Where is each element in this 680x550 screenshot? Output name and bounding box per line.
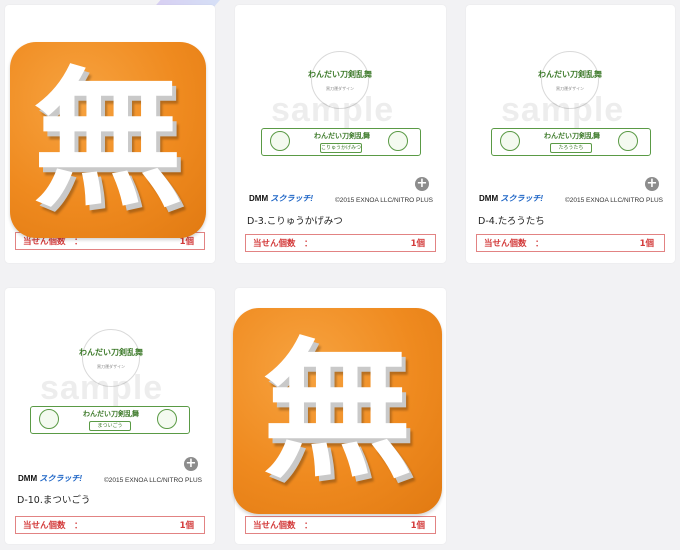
- character-face-icon: [388, 131, 408, 151]
- zoom-plus-icon[interactable]: +: [415, 177, 429, 191]
- mu-app-icon: 無: [233, 308, 442, 514]
- circle-title: わんだい刀剣乱舞: [308, 69, 372, 79]
- win-count-value: 1個: [179, 521, 194, 531]
- win-count-box: 当せん個数 ： 1個: [245, 516, 436, 534]
- sample-watermark: sample: [271, 91, 395, 129]
- circle-title: わんだい刀剣乱舞: [79, 347, 143, 357]
- mu-glyph-icon: 無: [262, 323, 413, 499]
- band-name-tag: たろうたち: [550, 143, 592, 153]
- win-count-value: 1個: [410, 239, 425, 249]
- win-count-label: 当せん個数 ：: [253, 521, 313, 531]
- sample-watermark: sample: [501, 91, 625, 129]
- win-count-label: 当せん個数 ：: [253, 239, 313, 249]
- win-count-label: 当せん個数 ：: [23, 521, 83, 531]
- band-name-tag: こりゅうかげみつ: [320, 143, 362, 153]
- character-face-icon: [270, 131, 290, 151]
- character-face-icon: [618, 131, 638, 151]
- prize-card[interactable]: わんだい刀剣乱舞 黒刀運ダザイン sample わんだい刀剣乱舞 まついごう D…: [5, 288, 215, 544]
- band-title: わんだい刀剣乱舞: [314, 132, 370, 140]
- character-face-icon: [500, 131, 520, 151]
- dmm-scratch-logo: DMM スクラッチ!: [479, 194, 544, 203]
- copyright-text: ©2015 EXNOA LLC/NITRO PLUS: [104, 477, 202, 484]
- win-count-value: 1個: [639, 239, 654, 249]
- prize-card[interactable]: わんだい刀剣乱舞 黒刀運ダザイン sample わんだい刀剣乱舞 たろうたち D…: [466, 5, 675, 263]
- copyright-text: ©2015 EXNOA LLC/NITRO PLUS: [565, 197, 663, 204]
- win-count-label: 当せん個数 ：: [484, 239, 544, 249]
- band-name-tag: まついごう: [89, 421, 131, 431]
- circle-title: わんだい刀剣乱舞: [538, 69, 602, 79]
- win-count-box: 当せん個数 ： 1個: [476, 234, 665, 252]
- product-band: わんだい刀剣乱舞 まついごう: [30, 406, 190, 434]
- copyright-text: ©2015 EXNOA LLC/NITRO PLUS: [335, 197, 433, 204]
- dmm-scratch-logo: DMM スクラッチ!: [249, 194, 314, 203]
- prize-name: D-4.たろうたち: [478, 216, 545, 227]
- prize-card[interactable]: わんだい刀剣乱舞 黒刀運ダザイン sample わんだい刀剣乱舞 こりゅうかげみ…: [235, 5, 446, 263]
- prize-name: D-3.こりゅうかげみつ: [247, 216, 343, 227]
- win-count-box: 当せん個数 ： 1個: [15, 516, 205, 534]
- character-face-icon: [157, 409, 177, 429]
- win-count-box: 当せん個数 ： 1個: [245, 234, 436, 252]
- dmm-scratch-logo: DMM スクラッチ!: [18, 474, 83, 483]
- mu-app-icon: 無: [10, 42, 206, 238]
- prize-image[interactable]: わんだい刀剣乱舞 黒刀運ダザイン sample わんだい刀剣乱舞 たろうたち D…: [473, 13, 669, 209]
- mu-glyph-icon: 無: [32, 52, 183, 228]
- zoom-plus-icon[interactable]: +: [645, 177, 659, 191]
- band-title: わんだい刀剣乱舞: [83, 410, 139, 418]
- product-band: わんだい刀剣乱舞 こりゅうかげみつ: [261, 128, 421, 156]
- character-face-icon: [39, 409, 59, 429]
- band-title: わんだい刀剣乱舞: [544, 132, 600, 140]
- product-band: わんだい刀剣乱舞 たろうたち: [491, 128, 651, 156]
- prize-name: D-10.まついごう: [17, 495, 91, 506]
- sample-watermark: sample: [40, 369, 164, 407]
- win-count-value: 1個: [410, 521, 425, 531]
- prize-image[interactable]: わんだい刀剣乱舞 黒刀運ダザイン sample わんだい刀剣乱舞 まついごう D…: [12, 293, 208, 489]
- prize-image[interactable]: わんだい刀剣乱舞 黒刀運ダザイン sample わんだい刀剣乱舞 こりゅうかげみ…: [243, 13, 439, 209]
- zoom-plus-icon[interactable]: +: [184, 457, 198, 471]
